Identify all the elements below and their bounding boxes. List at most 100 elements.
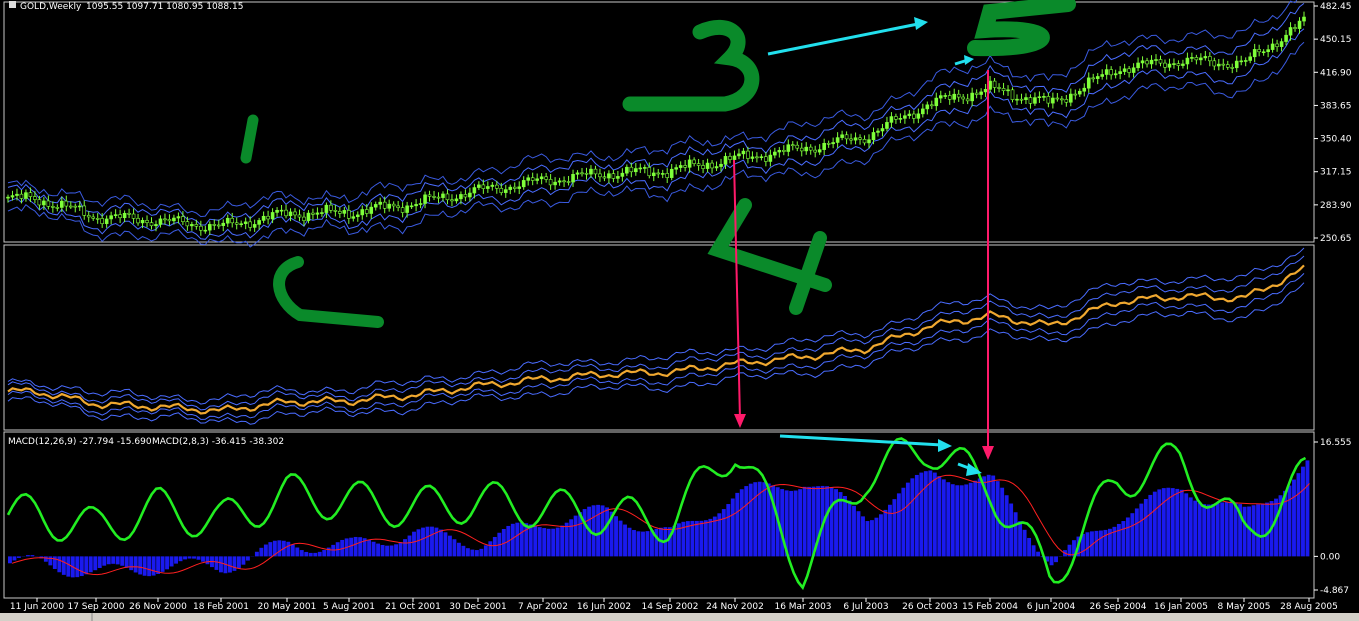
candle-body (1073, 93, 1078, 96)
macd-histogram-bar (726, 504, 731, 557)
macd-histogram-bar (1184, 493, 1189, 557)
candle-body (844, 134, 849, 140)
macd-histogram-bar (483, 545, 488, 557)
candle-body (1297, 20, 1302, 29)
macd-histogram-bar (923, 471, 928, 557)
candle-body (391, 203, 396, 207)
macd-histogram-bar (537, 527, 542, 557)
candle-body (1293, 27, 1297, 29)
candle-body (876, 130, 880, 133)
candle-body (1104, 69, 1109, 75)
candle-body (1239, 60, 1244, 63)
macd-histogram-bar (986, 474, 991, 557)
candle-body (1208, 56, 1212, 62)
candle-body (104, 218, 109, 224)
candle-body (1275, 43, 1279, 47)
candle-body (1033, 97, 1037, 104)
candle-body (122, 212, 127, 219)
macd-histogram-bar (1179, 489, 1184, 557)
candle-body (979, 91, 983, 95)
candle-body (315, 212, 320, 215)
candle-body (557, 180, 562, 183)
candle-body (481, 184, 486, 189)
macd-histogram-bar (479, 548, 484, 557)
candle-body (486, 186, 490, 189)
macd-histogram-bar (1233, 502, 1238, 557)
macd-histogram-bar (856, 511, 861, 557)
candle-body (1051, 97, 1055, 104)
macd-histogram-bar (1197, 502, 1202, 557)
candle-body (190, 224, 194, 227)
candle-body (369, 206, 374, 214)
macd-histogram-bar (932, 472, 937, 557)
macd-histogram-bar (1211, 504, 1216, 557)
macd-histogram-bar (591, 505, 596, 557)
candle-body (145, 220, 149, 223)
macd-histogram-bar (1175, 488, 1180, 557)
candle-body (687, 159, 692, 168)
candle-body (68, 205, 73, 208)
candle-body (584, 172, 589, 175)
candle-body (898, 118, 903, 120)
macd-histogram-bar (941, 479, 946, 557)
x-tick-label: 16 Jan 2005 (1154, 602, 1208, 612)
candle-body (73, 205, 78, 208)
candle-body (203, 229, 208, 232)
candle-body (880, 128, 885, 132)
x-tick-label: 18 Feb 2001 (193, 602, 249, 612)
macd-histogram-bar (883, 509, 888, 557)
candle-body (535, 178, 539, 181)
macd-histogram-bar (524, 523, 529, 557)
candle-body (167, 219, 172, 222)
candle-body (82, 205, 87, 216)
macd-histogram-bar (1054, 556, 1058, 563)
macd-histogram-bar (259, 547, 264, 557)
candle-body (387, 203, 391, 209)
macd-histogram-bar (1161, 488, 1166, 557)
macd-histogram-bar (645, 531, 650, 557)
candle-body (1158, 59, 1163, 64)
macd-histogram-bar (1134, 508, 1139, 557)
candle-body (912, 113, 916, 119)
x-tick-label: 11 Jun 2000 (10, 602, 64, 612)
macd-histogram-bar (887, 504, 892, 557)
candle-body (813, 149, 817, 153)
candle-body (185, 221, 190, 227)
candle-body (916, 113, 921, 119)
candle-body (974, 92, 979, 95)
candle-body (225, 217, 230, 224)
candle-body (472, 187, 477, 194)
macd-histogram-bar (789, 490, 794, 557)
candle-body (140, 220, 145, 224)
candle-body (42, 200, 46, 206)
macd-histogram-bar (97, 556, 102, 569)
macd-histogram-bar (1202, 504, 1207, 557)
candle-body (1001, 88, 1006, 91)
candle-body (1149, 59, 1154, 65)
candle-body (1122, 68, 1127, 72)
price-y-tick-label: 250.65 (1320, 234, 1352, 244)
macd-histogram-bar (12, 556, 17, 561)
macd-histogram-bar (227, 556, 232, 573)
candle-body (705, 162, 710, 169)
candle-body (683, 165, 687, 168)
bottom-scrollbar[interactable] (0, 613, 1359, 621)
macd-histogram-bar (447, 535, 452, 557)
macd-histogram-bar (120, 556, 125, 566)
candle-body (602, 176, 607, 179)
candle-body (46, 200, 51, 207)
candle-body (665, 173, 670, 178)
macd-histogram-bar (964, 484, 969, 557)
macd-histogram-bar (456, 542, 461, 557)
candle-body (1181, 63, 1185, 66)
candle-body (710, 162, 714, 169)
ohlc-values: 1095.55 1097.71 1080.95 1088.15 (86, 2, 243, 12)
macd-histogram-bar (452, 539, 457, 557)
candle-body (176, 216, 181, 219)
candle-body (723, 156, 728, 165)
macd-histogram-bar (573, 515, 578, 557)
macd-histogram-bar (852, 505, 856, 557)
candle-body (773, 151, 777, 156)
macd-histogram-bar (232, 556, 237, 571)
macd-histogram-bar (730, 498, 735, 557)
